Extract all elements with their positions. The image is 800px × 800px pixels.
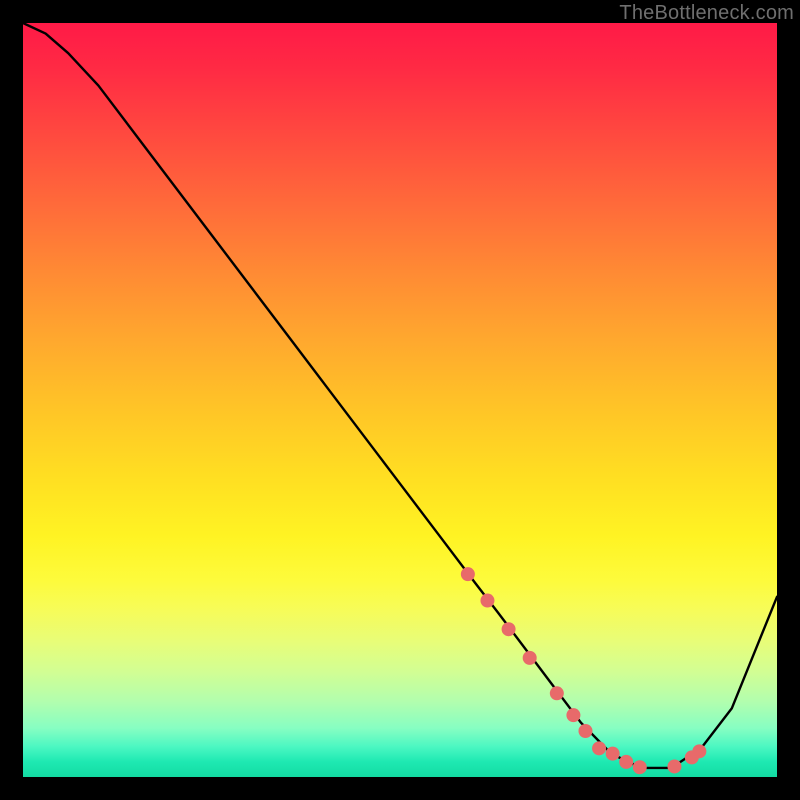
chart-marker	[667, 759, 681, 773]
chart-markers	[461, 567, 706, 774]
chart-marker	[619, 755, 633, 769]
chart-marker	[566, 708, 580, 722]
chart-marker	[592, 741, 606, 755]
chart-curve	[23, 23, 777, 768]
chart-frame: TheBottleneck.com	[0, 0, 800, 800]
chart-marker	[692, 744, 706, 758]
chart-marker	[578, 724, 592, 738]
chart-marker	[461, 567, 475, 581]
watermark-text: TheBottleneck.com	[619, 2, 794, 25]
chart-marker	[523, 651, 537, 665]
chart-marker	[502, 622, 516, 636]
chart-marker	[606, 747, 620, 761]
chart-marker	[480, 594, 494, 608]
chart-plot-area	[23, 23, 777, 777]
chart-marker	[550, 686, 564, 700]
chart-svg	[23, 23, 777, 777]
chart-marker	[633, 760, 647, 774]
